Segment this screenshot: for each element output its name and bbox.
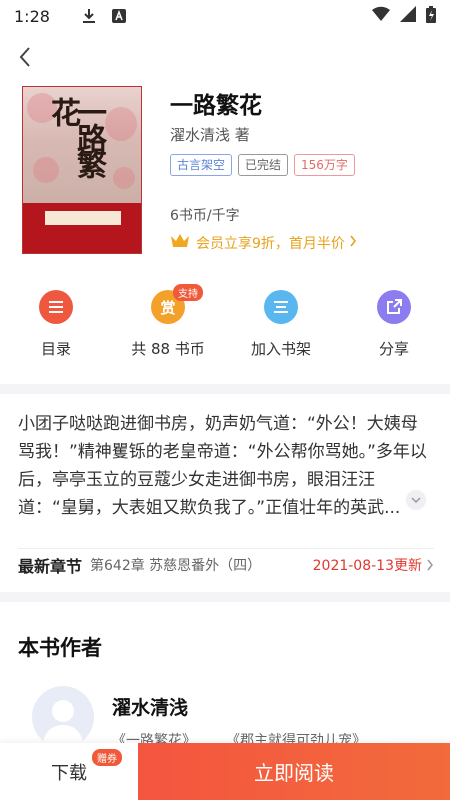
support-badge: 支持 [173,284,203,301]
cover-red-band [23,203,141,253]
toc-label: 目录 [40,340,71,358]
coupon-badge: 赠券 [92,749,122,766]
book-title: 一路繁花 [170,93,262,119]
tag-status: 已完结 [238,154,289,176]
read-now-button[interactable]: 立即阅读 [138,743,450,800]
add-to-shelf-button[interactable]: 加入书架 [236,290,326,359]
author-avatar[interactable] [32,686,94,748]
share-icon [377,290,411,324]
latest-update-date: 2021-08-13更新 [313,555,434,575]
reward-label: 共 88 书币 [131,340,205,358]
toc-button[interactable]: 目录 [11,290,101,359]
keyboard-status-icon [110,7,128,25]
chevron-left-icon [19,47,30,67]
chevron-down-icon [411,496,421,503]
author-name[interactable]: 濯水清浅 [112,693,188,720]
latest-chapter-row[interactable]: 最新章节 第642章 苏慈恩番外（四） 2021-08-13更新 [18,548,434,580]
bottom-action-bar: 下载 赠券 立即阅读 [0,743,450,800]
book-price: 6书币/千字 [170,208,240,224]
back-button[interactable] [12,44,38,70]
book-tags: 古言架空 已完结 156万字 [170,154,355,176]
wifi-icon [372,6,390,26]
share-label: 分享 [378,340,409,358]
crown-icon [170,233,190,253]
add-to-shelf-label: 加入书架 [250,340,311,358]
download-label: 下载 [51,762,87,784]
status-time: 1:28 [14,6,50,26]
share-button[interactable]: 分享 [349,290,439,359]
chevron-right-icon [349,235,357,251]
book-synopsis[interactable]: 小团子哒哒跑进御书房，奶声奶气道：“外公！大姨母骂我！”精神矍铄的老皇帝道：“外… [18,410,430,526]
book-cover[interactable]: 一路繁花 [22,86,142,254]
author-section-heading: 本书作者 [18,636,102,660]
book-author[interactable]: 濯水清浅 著 [170,124,250,145]
vip-offer-link[interactable]: 会员立享9折，首月半价 [170,233,357,253]
expand-synopsis-button[interactable] [406,490,426,510]
cover-title-art: 一路繁花 [45,97,106,175]
download-button[interactable]: 下载 赠券 [0,743,138,800]
status-bar: 1:28 [0,0,450,32]
signal-icon [400,6,416,26]
chevron-right-icon [427,559,433,570]
reward-icon: 赏 支持 [151,284,203,324]
reward-button[interactable]: 赏 支持 共 88 书币 [123,284,213,359]
vip-offer-text: 会员立享9折，首月半价 [196,236,345,252]
battery-icon [426,5,436,27]
download-status-icon [80,7,98,25]
action-bar: 目录 赏 支持 共 88 书币 加入书架 分享 [0,284,450,364]
menu-icon [39,290,73,324]
section-divider [0,592,450,602]
tag-wordcount: 156万字 [294,154,355,176]
tag-genre[interactable]: 古言架空 [170,154,233,176]
latest-chapter-label: 最新章节 [18,556,83,576]
bookshelf-icon [264,290,298,324]
section-divider [0,384,450,394]
latest-chapter-title: 第642章 苏慈恩番外（四） [90,557,262,574]
